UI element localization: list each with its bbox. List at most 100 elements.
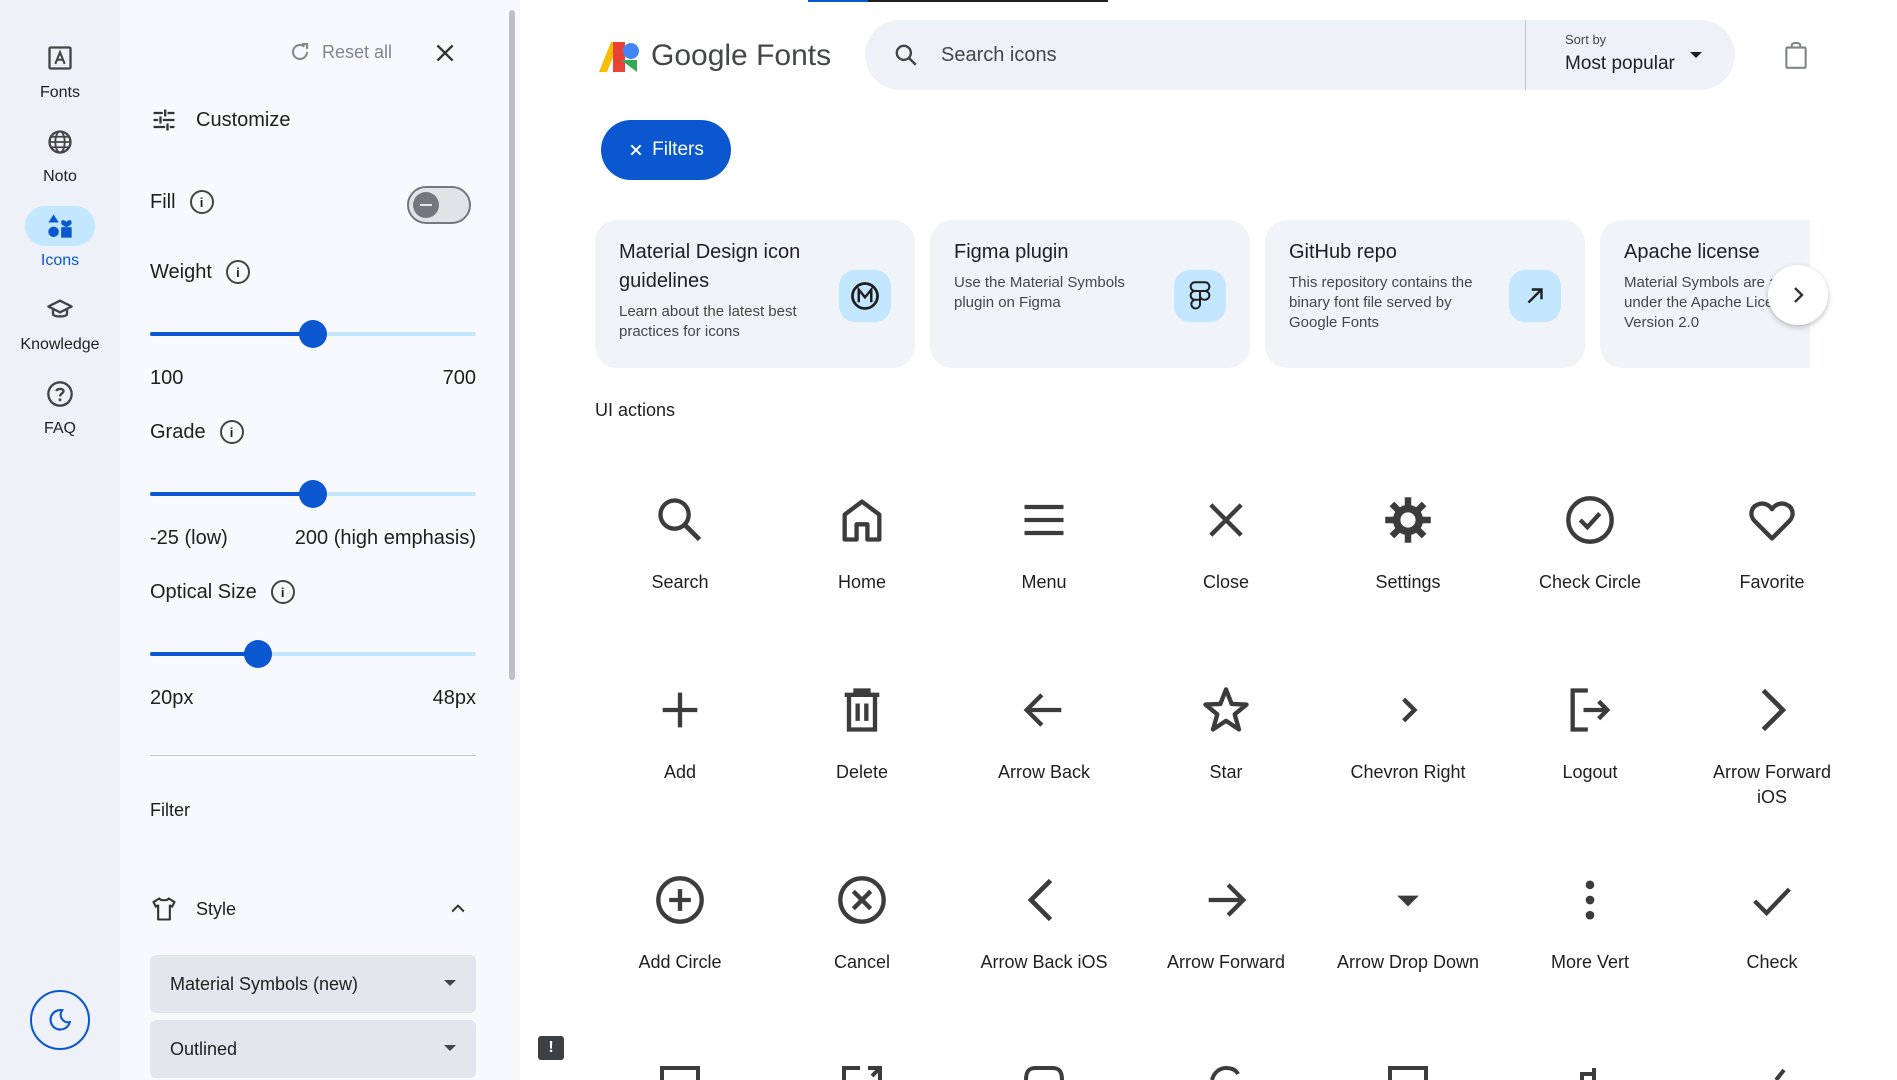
logout-icon (1505, 660, 1675, 760)
close-icon (1141, 470, 1311, 570)
optical-size-slider[interactable] (150, 640, 476, 668)
card-figma[interactable]: Figma plugin Use the Material Symbols pl… (930, 220, 1250, 368)
check-circle-icon (1505, 470, 1675, 570)
slider-thumb[interactable] (243, 640, 272, 668)
weight-min: 100 (150, 367, 184, 389)
info-icon[interactable]: i (225, 260, 250, 284)
icon-tile-chevron-right[interactable]: Chevron Right (1323, 660, 1493, 830)
partial-icon (1505, 1040, 1675, 1080)
close-icon (630, 144, 642, 156)
card-github[interactable]: GitHub repo This repository contains the… (1265, 220, 1585, 368)
search-input[interactable]: Search icons (941, 44, 1057, 67)
icon-tile-delete[interactable]: Delete (777, 660, 947, 830)
fill-toggle[interactable] (407, 186, 471, 224)
icon-tile-partial[interactable] (1687, 1040, 1857, 1080)
rail-label: Fonts (39, 84, 80, 101)
cards-next-button[interactable] (1768, 265, 1828, 325)
slider-thumb[interactable] (299, 320, 327, 348)
help-icon (25, 374, 95, 414)
icon-tile-partial[interactable] (777, 1040, 947, 1080)
icon-family-select[interactable]: Material Symbols (new) (150, 955, 476, 1013)
dark-mode-toggle[interactable] (30, 990, 90, 1050)
fill-label: Fill i (150, 190, 214, 214)
icon-family-value: Material Symbols (new) (170, 973, 359, 994)
card-guidelines[interactable]: Material Design icon guidelines Learn ab… (595, 220, 915, 368)
icon-tile-check[interactable]: Check (1687, 850, 1857, 1020)
icon-tile-check-circle[interactable]: Check Circle (1505, 470, 1675, 640)
home-icon (777, 470, 947, 570)
icon-tile-add-circle[interactable]: Add Circle (595, 850, 765, 1020)
icon-variant-select[interactable]: Outlined (150, 1020, 476, 1078)
icon-tile-close[interactable]: Close (1141, 470, 1311, 640)
info-icon[interactable]: i (219, 420, 244, 444)
close-panel-button[interactable] (432, 40, 458, 71)
partial-icon (777, 1040, 947, 1080)
nav-rail: Fonts Noto Icons Knowledge FAQ (0, 0, 120, 1080)
rail-item-noto[interactable]: Noto (0, 122, 120, 186)
icon-tile-partial[interactable] (1505, 1040, 1675, 1080)
info-icon[interactable]: i (270, 580, 295, 604)
card-title: Material Design icon guidelines (619, 241, 801, 292)
icon-tile-partial[interactable] (595, 1040, 765, 1080)
icon-tile-arrow-forward[interactable]: Arrow Forward (1141, 850, 1311, 1020)
icon-tile-star[interactable]: Star (1141, 660, 1311, 830)
arrow-back-icon (959, 660, 1129, 760)
icon-tile-logout[interactable]: Logout (1505, 660, 1675, 830)
search-icon (595, 470, 765, 570)
rail-label: Knowledge (20, 336, 100, 353)
rail-item-faq[interactable]: FAQ (0, 374, 120, 438)
filter-heading: Filter (150, 800, 190, 820)
rail-item-icons[interactable]: Icons (0, 206, 120, 270)
icon-tile-arrow-back[interactable]: Arrow Back (959, 660, 1129, 830)
toggle-knob (413, 192, 439, 218)
icon-tile-settings[interactable]: Settings (1323, 470, 1493, 640)
grade-slider[interactable] (150, 480, 476, 508)
icon-tile-arrow-drop-down[interactable]: Arrow Drop Down (1323, 850, 1493, 1020)
icon-tile-home[interactable]: Home (777, 470, 947, 640)
grade-label-text: Grade (150, 420, 206, 443)
google-fonts-logo[interactable]: Google Fonts (597, 38, 831, 74)
optical-size-label: Optical Size i (150, 580, 295, 604)
category-heading: UI actions (595, 400, 676, 420)
icon-tile-arrow-back-ios[interactable]: Arrow Back iOS (959, 850, 1129, 1020)
rail-item-fonts[interactable]: Fonts (0, 38, 120, 102)
icon-tile-favorite[interactable]: Favorite (1687, 470, 1857, 640)
icon-tile-more-vert[interactable]: More Vert (1505, 850, 1675, 1020)
feedback-button[interactable]: ! (538, 1036, 564, 1060)
icon-tile-menu[interactable]: Menu (959, 470, 1129, 640)
icon-name: Close (1202, 572, 1250, 592)
weight-max: 700 (442, 367, 476, 389)
icon-tile-cancel[interactable]: Cancel (777, 850, 947, 1020)
selection-bag-button[interactable] (1783, 40, 1809, 75)
slider-fill (150, 332, 313, 336)
moon-icon (49, 1009, 72, 1031)
icon-tile-add[interactable]: Add (595, 660, 765, 830)
slider-thumb[interactable] (299, 480, 327, 508)
google-fonts-logo-icon (599, 42, 639, 72)
reset-all-button[interactable]: Reset all (288, 40, 392, 64)
fonts-icon (25, 38, 95, 78)
icon-tile-partial[interactable] (1323, 1040, 1493, 1080)
icon-tile-partial[interactable] (1141, 1040, 1311, 1080)
style-section-header[interactable]: Style (150, 895, 476, 923)
panel-scrollbar[interactable] (509, 10, 515, 680)
icon-name: Add (663, 762, 697, 782)
grade-min: -25 (low) (150, 527, 228, 549)
sort-label: Sort by (1565, 32, 1607, 47)
icon-tile-arrow-forward-ios[interactable]: Arrow Forward iOS (1687, 660, 1857, 830)
icon-name: Delete (835, 762, 889, 782)
icon-tile-search[interactable]: Search (595, 470, 765, 640)
weight-slider[interactable] (150, 320, 476, 348)
filters-button[interactable]: Filters (601, 120, 731, 180)
info-icon[interactable]: i (189, 190, 214, 214)
icon-tile-partial[interactable] (959, 1040, 1129, 1080)
sort-select[interactable]: Most popular (1565, 53, 1675, 75)
search-bar: Search icons Sort by Most popular (865, 20, 1735, 90)
icon-name: Chevron Right (1350, 762, 1466, 782)
slider-fill (150, 652, 258, 656)
card-desc: Learn about the latest best practices fo… (619, 303, 797, 340)
slider-fill (150, 492, 313, 496)
chevron-right-icon (1794, 287, 1804, 303)
shirt-icon (152, 897, 176, 921)
rail-item-knowledge[interactable]: Knowledge (0, 290, 120, 354)
